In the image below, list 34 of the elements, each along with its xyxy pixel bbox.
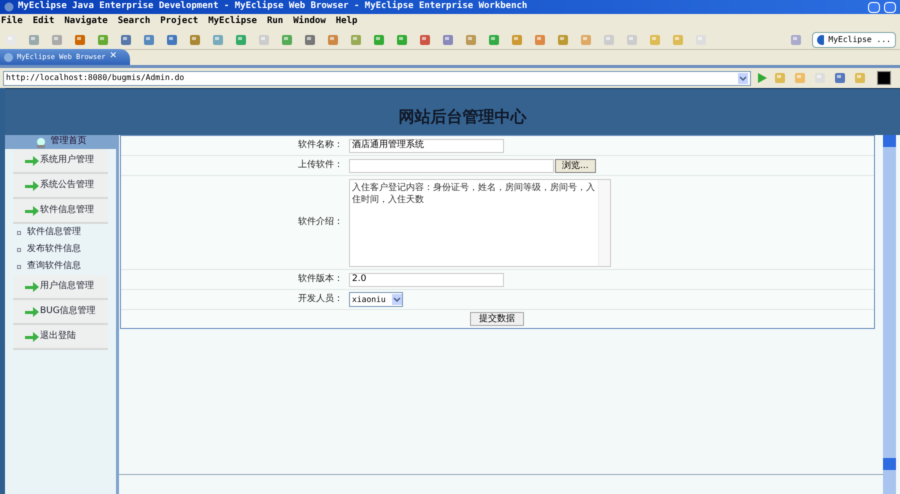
sidebar-section[interactable]: 退出登陆 [13, 325, 108, 350]
sidebar-link[interactable]: 查询软件信息 [27, 260, 81, 274]
menu-item[interactable]: Edit [32, 15, 54, 29]
submit-button[interactable]: 提交数据 [470, 312, 524, 326]
sidebar-section[interactable]: 系统用户管理 [13, 149, 108, 174]
perspective-button[interactable]: MyEclipse ... [812, 32, 896, 48]
window-title: MyEclipse Java Enterprise Development - MyEclipse Web Browser - MyEclipse Enterprise Workbench [18, 0, 528, 14]
page-title: 网站后台管理中心 [398, 106, 526, 128]
menu-item[interactable]: MyEclipse [208, 15, 257, 29]
sidebar-section[interactable]: BUG信息管理 [13, 300, 108, 325]
menu-item[interactable]: Project [160, 15, 198, 29]
browse-button[interactable]: 浏览... [555, 158, 596, 172]
sidebar-section[interactable]: 系统公告管理 [13, 174, 108, 199]
sidebar-section[interactable]: 用户信息管理 [13, 275, 108, 300]
menu-item[interactable]: Help [336, 15, 358, 29]
menu-item[interactable]: Navigate [64, 15, 108, 29]
field-label: 开发人员： [298, 292, 343, 306]
sidebar-link[interactable]: 软件信息管理 [27, 226, 81, 240]
developer-select[interactable]: xiaoniu [349, 292, 403, 307]
field-label: 软件版本： [298, 272, 343, 286]
field-label: 软件介绍： [298, 216, 343, 229]
field-label: 软件名称： [298, 138, 343, 152]
text-field[interactable]: 酒店通用管理系统 [349, 138, 504, 152]
field-label: 上传软件： [298, 158, 343, 172]
close-icon[interactable]: ✕ [110, 50, 118, 64]
description-field[interactable]: 入住客户登记内容：身份证号，姓名，房间等级，房间号，入住时间，入住天数 [349, 178, 611, 266]
menu-item[interactable]: Run [266, 15, 284, 29]
address-field[interactable]: http://localhost:8080/bugmis/Admin.do [3, 70, 751, 86]
text-field[interactable]: 2.0 [349, 272, 504, 286]
sidebar-link[interactable]: 发布软件信息 [27, 242, 81, 256]
sidebar-section[interactable]: 软件信息管理 [13, 199, 108, 224]
menu-item[interactable]: Window [293, 15, 326, 29]
menu-item[interactable]: File [1, 15, 23, 29]
menu-item[interactable]: Search [118, 15, 150, 29]
